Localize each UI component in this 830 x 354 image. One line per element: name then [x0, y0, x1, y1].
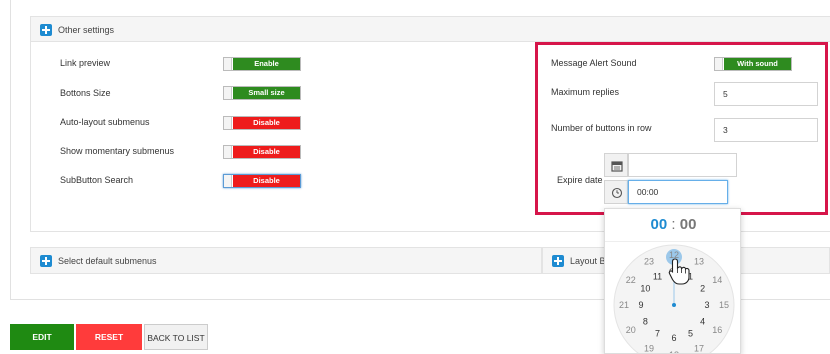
- edit-button[interactable]: EDIT: [10, 324, 74, 350]
- clock-hour-number[interactable]: 4: [700, 317, 705, 327]
- back-to-list-button[interactable]: BACK TO LIST: [144, 324, 208, 350]
- clock-separator: :: [671, 216, 676, 233]
- toggle-value: Disable: [233, 117, 300, 129]
- clock-hour-number-outer[interactable]: 13: [694, 257, 704, 267]
- clock-hour-number[interactable]: 5: [688, 329, 693, 339]
- toggle-value: Enable: [233, 58, 300, 70]
- clock-hour-number-outer[interactable]: 19: [644, 343, 654, 353]
- clock-hour-number-outer[interactable]: 16: [712, 325, 722, 335]
- toggle-knob: [224, 87, 232, 99]
- clock-hour-number-outer[interactable]: 22: [626, 275, 636, 285]
- clock-dial[interactable]: 001234567891011121314151617181920212223: [605, 241, 741, 354]
- toggle-knob: [224, 175, 232, 187]
- clock-hour-number-outer[interactable]: 15: [719, 300, 729, 310]
- link-preview-toggle[interactable]: Enable: [223, 57, 301, 71]
- toggle-knob: [224, 117, 232, 129]
- clock-hour-number[interactable]: 10: [640, 284, 650, 294]
- clock-hour-number[interactable]: 2: [700, 284, 705, 294]
- auto-layout-label: Auto-layout submenus: [60, 117, 150, 127]
- clock-hour-number-outer[interactable]: 23: [644, 257, 654, 267]
- clock-center: [672, 303, 676, 307]
- clock-hour-number[interactable]: 8: [643, 317, 648, 327]
- toggle-value: Disable: [233, 146, 300, 158]
- clock-hour-number-outer[interactable]: 18: [669, 350, 679, 354]
- clock-hour-number[interactable]: 7: [655, 329, 660, 339]
- toggle-value: Disable: [233, 175, 300, 187]
- clock-hour-number[interactable]: 6: [671, 333, 676, 343]
- clock-hour-number-outer[interactable]: 17: [694, 343, 704, 353]
- clock-picker-popup: 00 : 00 00123456789101112131415161718192…: [604, 208, 741, 354]
- clock-hour[interactable]: 00: [651, 216, 668, 233]
- select-default-submenus-header[interactable]: Select default submenus: [30, 247, 542, 274]
- expand-plus-icon[interactable]: [40, 255, 52, 267]
- clock-hour-number-outer[interactable]: 12: [669, 250, 679, 260]
- clock-hour-number-outer[interactable]: 14: [712, 275, 722, 285]
- auto-layout-toggle[interactable]: Disable: [223, 116, 301, 130]
- clock-hour-number-outer[interactable]: 21: [619, 300, 629, 310]
- toggle-value: Small size: [233, 87, 300, 99]
- expand-plus-icon[interactable]: [552, 255, 564, 267]
- clock-hour-number[interactable]: 9: [638, 300, 643, 310]
- clock-minute[interactable]: 00: [680, 216, 697, 233]
- expand-plus-icon[interactable]: [40, 24, 52, 36]
- reset-button[interactable]: RESET: [76, 324, 142, 350]
- buttons-size-toggle[interactable]: Small size: [223, 86, 301, 100]
- highlight-box: [535, 42, 828, 215]
- section-title: Select default submenus: [58, 256, 157, 266]
- other-settings-header[interactable]: Other settings: [30, 16, 830, 42]
- clock-hour-number-outer[interactable]: 20: [626, 325, 636, 335]
- section-title: Other settings: [58, 25, 115, 35]
- subbutton-search-label: SubButton Search: [60, 175, 134, 185]
- buttons-size-label: Bottons Size: [60, 88, 111, 98]
- clock-hour-number[interactable]: 3: [704, 300, 709, 310]
- toggle-knob: [224, 58, 232, 70]
- momentary-submenus-toggle[interactable]: Disable: [223, 145, 301, 159]
- clock-hour-number[interactable]: 11: [653, 271, 662, 281]
- momentary-submenus-label: Show momentary submenus: [60, 146, 175, 156]
- toggle-knob: [224, 146, 232, 158]
- clock-time-display: 00 : 00: [605, 209, 740, 241]
- subbutton-search-toggle[interactable]: Disable: [223, 174, 301, 188]
- link-preview-label: Link preview: [60, 58, 111, 68]
